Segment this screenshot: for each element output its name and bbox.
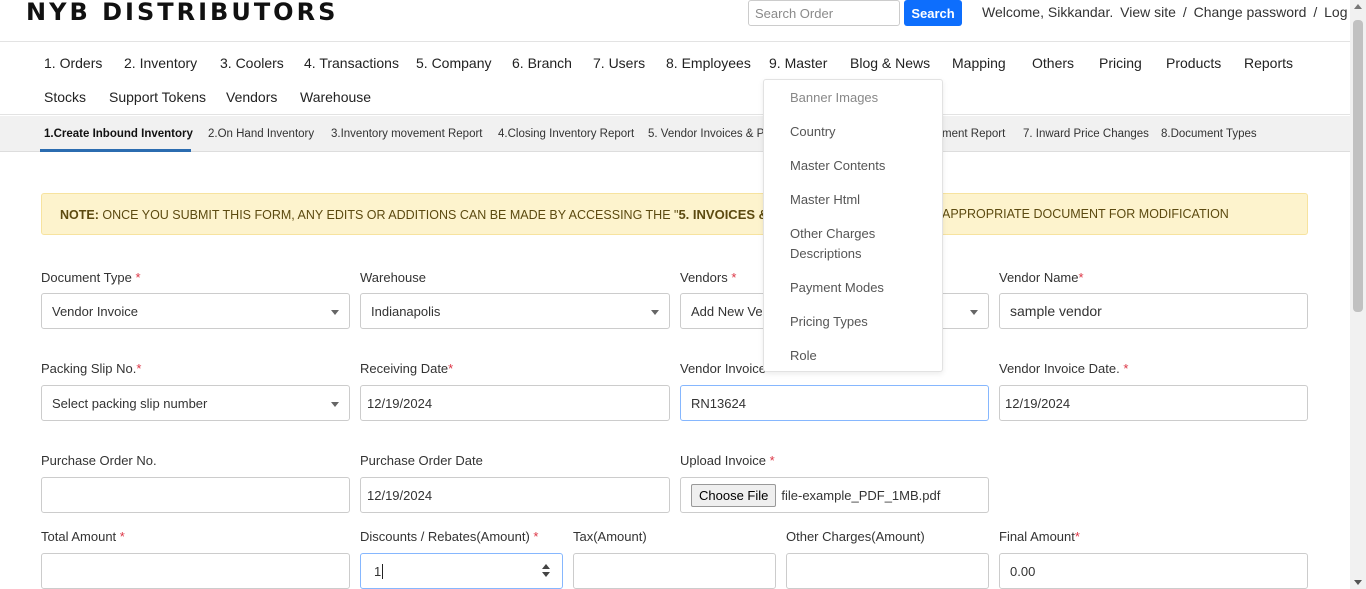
vendor-name-label: Vendor Name* — [999, 270, 1084, 285]
user-links: Welcome, Sikkandar. View site / Change p… — [982, 4, 1366, 20]
number-stepper[interactable] — [542, 564, 552, 580]
nav-item-master[interactable]: 9. Master — [769, 55, 827, 71]
receiving-date-label: Receiving Date* — [360, 361, 454, 376]
tab-closing-inventory-report[interactable]: 4.Closing Inventory Report — [498, 128, 634, 140]
nav-item-users[interactable]: 7. Users — [593, 55, 645, 71]
nav-item-products[interactable]: Products — [1166, 55, 1221, 71]
menu-item-payment-modes[interactable]: Payment Modes — [790, 278, 884, 298]
tax-input[interactable] — [573, 553, 776, 589]
menu-item-country[interactable]: Country — [790, 122, 836, 142]
warehouse-label: Warehouse — [360, 270, 426, 285]
nav-item-employees[interactable]: 8. Employees — [666, 55, 751, 71]
tax-label: Tax(Amount) — [573, 529, 647, 544]
other-charges-label: Other Charges(Amount) — [786, 529, 925, 544]
tab-create-inbound-inventory[interactable]: 1.Create Inbound Inventory — [44, 128, 193, 140]
nav-item-coolers[interactable]: 3. Coolers — [220, 55, 284, 71]
nav-item-transactions[interactable]: 4. Transactions — [304, 55, 399, 71]
choose-file-button[interactable]: Choose File — [691, 483, 777, 507]
sub-nav: 1.Create Inbound Inventory 2.On Hand Inv… — [0, 116, 1350, 152]
packing-slip-select[interactable]: Select packing slip number — [41, 385, 350, 421]
brand-logo[interactable]: NYB DISTRIBUTORS — [26, 0, 338, 26]
change-password-link[interactable]: Change password — [1194, 4, 1307, 20]
vendor-invoice-input[interactable]: RN13624 — [680, 385, 989, 421]
main-nav: 1. Orders 2. Inventory 3. Coolers 4. Tra… — [0, 43, 1350, 115]
final-amount-input[interactable]: 0.00 — [999, 553, 1308, 589]
vendors-label: Vendors * — [680, 270, 737, 285]
total-amount-label: Total Amount * — [41, 529, 125, 544]
purchase-order-date-label: Purchase Order Date — [360, 453, 483, 468]
other-charges-input[interactable] — [786, 553, 989, 589]
scroll-down-arrow-icon[interactable] — [1354, 580, 1362, 585]
selected-file-name: file-example_PDF_1MB.pdf — [781, 487, 941, 503]
note-banner: NOTE: ONCE YOU SUBMIT THIS FORM, ANY EDI… — [41, 193, 1308, 235]
nav-item-company[interactable]: 5. Company — [416, 55, 491, 71]
tab-vendor-invoices[interactable]: 5. Vendor Invoices & Pa — [648, 128, 771, 140]
receiving-date-input[interactable]: 12/19/2024 — [360, 385, 670, 421]
nav-item-blog-news[interactable]: Blog & News — [850, 55, 930, 71]
vendor-name-input[interactable]: sample vendor — [999, 293, 1308, 329]
note-text: ONCE YOU SUBMIT THIS FORM, ANY EDITS OR … — [98, 208, 679, 222]
nav-item-reports[interactable]: Reports — [1244, 55, 1293, 71]
nav-item-vendors[interactable]: Vendors — [226, 89, 277, 105]
view-site-link[interactable]: View site — [1120, 4, 1176, 20]
vendor-invoice-date-label: Vendor Invoice Date. * — [999, 361, 1129, 376]
purchase-order-no-input[interactable] — [41, 477, 350, 513]
warehouse-select[interactable]: Indianapolis — [360, 293, 670, 329]
nav-item-stocks[interactable]: Stocks — [44, 89, 86, 105]
purchase-order-no-label: Purchase Order No. — [41, 453, 157, 468]
separator: / — [1182, 4, 1187, 20]
nav-item-warehouse[interactable]: Warehouse — [300, 89, 371, 105]
final-amount-label: Final Amount* — [999, 529, 1080, 544]
note-prefix: NOTE: — [60, 208, 99, 222]
discounts-label: Discounts / Rebates(Amount) * — [360, 529, 539, 544]
menu-item-master-html[interactable]: Master Html — [790, 190, 860, 210]
document-type-label: Document Type * — [41, 270, 141, 285]
tab-inward-price-changes[interactable]: 7. Inward Price Changes — [1023, 128, 1149, 140]
nav-item-support-tokens[interactable]: Support Tokens — [109, 89, 206, 105]
menu-item-pricing-types[interactable]: Pricing Types — [790, 312, 868, 332]
active-tab-indicator — [40, 149, 191, 152]
note-text-end: APPROPRIATE DOCUMENT FOR MODIFICATION — [942, 207, 1229, 221]
search-button[interactable]: Search — [904, 0, 962, 26]
top-bar: NYB DISTRIBUTORS Search Welcome, Sikkand… — [0, 0, 1366, 42]
tab-on-hand-inventory[interactable]: 2.On Hand Inventory — [208, 128, 314, 140]
nav-item-others[interactable]: Others — [1032, 55, 1074, 71]
document-type-select[interactable]: Vendor Invoice — [41, 293, 350, 329]
menu-item-banner-images[interactable]: Banner Images — [790, 88, 878, 108]
nav-item-mapping[interactable]: Mapping — [952, 55, 1006, 71]
upload-invoice-field: Choose File file-example_PDF_1MB.pdf — [680, 477, 989, 513]
master-dropdown-menu: Banner Images Country Master Contents Ma… — [763, 79, 943, 372]
tab-payment-report[interactable]: ment Report — [942, 128, 1005, 140]
vertical-scrollbar[interactable] — [1350, 0, 1366, 589]
packing-slip-label: Packing Slip No.* — [41, 361, 142, 376]
scroll-up-arrow-icon[interactable] — [1354, 4, 1362, 9]
purchase-order-date-input[interactable]: 12/19/2024 — [360, 477, 670, 513]
menu-item-master-contents[interactable]: Master Contents — [790, 156, 885, 176]
search-order-input[interactable] — [748, 0, 900, 26]
nav-item-orders[interactable]: 1. Orders — [44, 55, 102, 71]
upload-invoice-label: Upload Invoice * — [680, 453, 775, 468]
total-amount-input[interactable] — [41, 553, 350, 589]
separator: / — [1313, 4, 1318, 20]
vendor-invoice-label: Vendor Invoice — [680, 361, 767, 376]
tab-document-types[interactable]: 8.Document Types — [1161, 128, 1257, 140]
welcome-text: Welcome, Sikkandar. — [982, 4, 1114, 20]
nav-item-branch[interactable]: 6. Branch — [512, 55, 572, 71]
menu-item-other-charges-descriptions[interactable]: Other Charges Descriptions — [790, 224, 900, 264]
scroll-thumb[interactable] — [1353, 20, 1363, 312]
vendor-invoice-date-input[interactable]: 12/19/2024 — [999, 385, 1308, 421]
nav-item-pricing[interactable]: Pricing — [1099, 55, 1142, 71]
discounts-input[interactable]: 1 — [360, 553, 563, 589]
tab-inventory-movement-report[interactable]: 3.Inventory movement Report — [331, 128, 483, 140]
nav-item-inventory[interactable]: 2. Inventory — [124, 55, 197, 71]
menu-item-role[interactable]: Role — [790, 346, 817, 366]
